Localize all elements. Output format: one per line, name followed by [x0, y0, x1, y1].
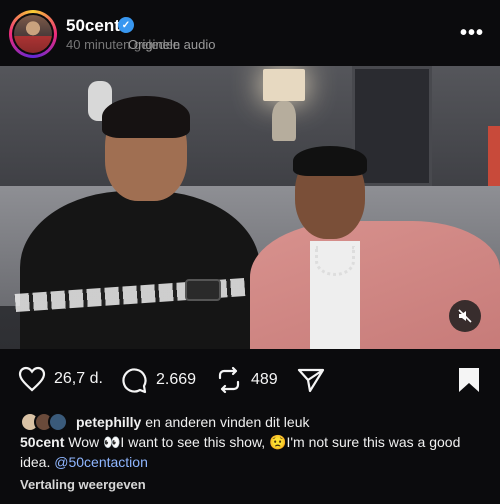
- caption-mention[interactable]: @50centaction: [54, 454, 148, 470]
- comment-button[interactable]: 2.669: [120, 366, 196, 394]
- comment-count: 2.669: [156, 371, 197, 388]
- post-header: 50cent ✓ Originele audio 40 minuten gele…: [0, 0, 500, 66]
- share-button[interactable]: [297, 366, 325, 394]
- username[interactable]: 50cent: [66, 16, 120, 36]
- liked-by-row[interactable]: petephilly en anderen vinden dit leuk: [20, 410, 309, 434]
- phone-in-hand: [185, 279, 221, 301]
- bookmark-button[interactable]: [457, 366, 481, 399]
- action-bar: 26,7 d. 2.669 489: [0, 360, 500, 400]
- repost-icon: [218, 366, 240, 394]
- like-button[interactable]: 26,7 d.: [18, 366, 103, 392]
- profile-avatar[interactable]: [9, 10, 57, 58]
- liker-avatar: [48, 412, 68, 432]
- share-icon: [297, 368, 325, 393]
- verified-badge-icon: ✓: [118, 17, 134, 33]
- caption-author[interactable]: 50cent: [20, 434, 64, 450]
- repost-count: 489: [251, 371, 278, 388]
- liker-username[interactable]: petephilly: [76, 414, 141, 430]
- mute-icon[interactable]: [449, 300, 481, 332]
- post-caption: 50cent Wow 👀I want to see this show, 😟I'…: [20, 432, 490, 472]
- video-player[interactable]: [0, 66, 500, 349]
- bookmark-icon: [459, 368, 479, 392]
- comment-icon: [122, 368, 147, 394]
- repost-button[interactable]: 489: [215, 366, 278, 394]
- post-subline[interactable]: Originele audio 40 minuten geleden: [66, 37, 215, 52]
- like-count: 26,7 d.: [54, 370, 103, 387]
- post-time: 40 minuten geleden: [66, 37, 181, 52]
- person-left: [10, 96, 260, 349]
- likes-summary: petephilly en anderen vinden dit leuk: [76, 414, 310, 430]
- heart-icon: [18, 366, 46, 392]
- translate-link[interactable]: Vertaling weergeven: [20, 477, 146, 492]
- more-icon[interactable]: •••: [460, 22, 484, 45]
